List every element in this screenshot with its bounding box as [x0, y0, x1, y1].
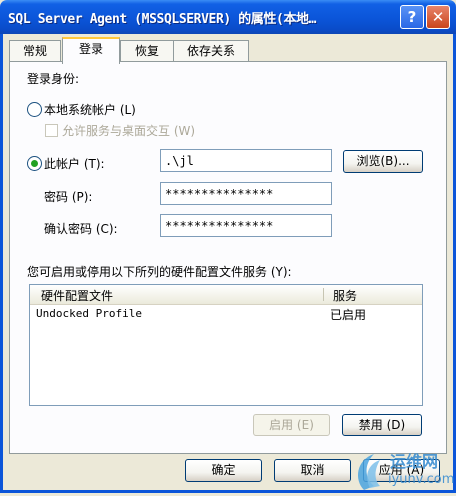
watermark-text-url: iyunv.com [388, 472, 455, 487]
confirm-password-label: 确认密码 (C): [44, 222, 118, 236]
service-status-cell: 已启用 [330, 308, 367, 322]
table-row[interactable]: Undocked Profile 已启用 [30, 305, 422, 323]
local-system-radio[interactable] [27, 102, 42, 117]
column-header-service[interactable]: 服务 [333, 287, 357, 304]
help-icon: ? [407, 8, 417, 26]
account-input[interactable]: .\jl [160, 149, 332, 172]
window-frame-left [0, 34, 3, 493]
cancel-button[interactable]: 取消 [274, 459, 351, 482]
logon-section-label: 登录身份: [27, 72, 80, 86]
this-account-label[interactable]: 此帐户 (T): [44, 155, 105, 172]
tab-logon[interactable]: 登录 [62, 37, 120, 64]
local-system-label[interactable]: 本地系统帐户 (L) [44, 101, 136, 118]
password-input[interactable]: *************** [160, 182, 332, 205]
tab-recovery[interactable]: 恢复 [120, 40, 174, 62]
watermark-logo: 运维网 iyunv.com [352, 446, 456, 493]
profiles-list[interactable]: 硬件配置文件 服务 Undocked Profile 已启用 [29, 284, 423, 406]
tab-dependencies[interactable]: 依存关系 [173, 40, 249, 62]
interact-desktop-label: 允许服务与桌面交互 (W) [62, 124, 196, 138]
window-title: SQL Server Agent (MSSQLSERVER) 的属性(本地… [8, 12, 317, 27]
password-label: 密码 (P): [44, 190, 93, 204]
browse-button[interactable]: 浏览(B)... [343, 150, 423, 173]
column-header-profile[interactable]: 硬件配置文件 [41, 287, 113, 304]
watermark-text-cn: 运维网 [390, 452, 439, 471]
profiles-list-header: 硬件配置文件 服务 [30, 285, 422, 305]
confirm-password-input[interactable]: *************** [160, 214, 332, 237]
enable-button[interactable]: 启用 (E) [253, 414, 330, 436]
tab-general[interactable]: 常规 [9, 40, 61, 62]
close-icon: ✕ [431, 8, 445, 26]
this-account-radio[interactable] [27, 156, 42, 171]
profiles-caption: 您可启用或停用以下所列的硬件配置文件服务 (Y): [27, 265, 292, 279]
profile-name-cell: Undocked Profile [36, 307, 142, 320]
help-button[interactable]: ? [400, 5, 424, 29]
interact-desktop-checkbox[interactable] [45, 124, 58, 137]
column-divider[interactable] [323, 288, 324, 301]
disable-button[interactable]: 禁用 (D) [342, 414, 422, 436]
ok-button[interactable]: 确定 [185, 459, 262, 482]
close-button[interactable]: ✕ [426, 5, 450, 29]
